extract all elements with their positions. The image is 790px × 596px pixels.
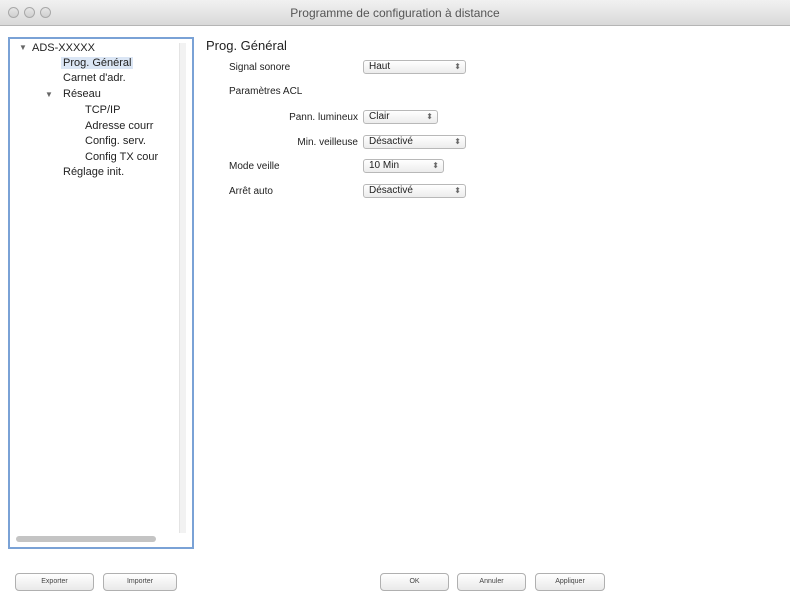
acl-section-label: Paramètres ACL bbox=[229, 86, 303, 97]
importer-button[interactable]: Importer bbox=[103, 573, 177, 591]
sidebar-item-label: Réseau bbox=[63, 88, 101, 100]
stepper-arrows-icon: ⬍ bbox=[426, 112, 433, 121]
min-veilleuse-value: Désactivé bbox=[369, 136, 413, 147]
signal-sonore-label: Signal sonore bbox=[229, 62, 291, 73]
sidebar-item-label: Prog. Général bbox=[61, 57, 134, 69]
pann-lumineux-value: Clair bbox=[369, 111, 390, 122]
signal-sonore-select[interactable]: Haut ⬍ bbox=[363, 60, 466, 74]
sidebar-item-label: Config. serv. bbox=[85, 135, 146, 147]
vertical-scrollbar[interactable] bbox=[179, 43, 186, 533]
mode-veille-select[interactable]: 10 Min ⬍ bbox=[363, 159, 444, 173]
sidebar-item-label: Adresse courr bbox=[85, 120, 154, 132]
sidebar-item-reglage-init[interactable]: Réglage init. bbox=[63, 166, 124, 178]
stepper-arrows-icon: ⬍ bbox=[454, 62, 461, 71]
tree-root-label: ADS-XXXXX bbox=[32, 42, 95, 54]
sidebar-item-label: TCP/IP bbox=[85, 104, 121, 116]
page-title: Prog. Général bbox=[206, 38, 287, 53]
mode-veille-label: Mode veille bbox=[229, 161, 280, 172]
window-title: Programme de configuration à distance bbox=[290, 6, 500, 20]
mode-veille-value: 10 Min bbox=[369, 160, 400, 171]
sidebar-item-label: Config TX cour bbox=[85, 151, 159, 163]
sidebar-item-reseau[interactable]: Réseau bbox=[63, 88, 101, 100]
sidebar-tree[interactable]: ▼ ADS-XXXXX Prog. Général Carnet d'adr. … bbox=[8, 37, 194, 549]
sidebar-item-tcp-ip[interactable]: TCP/IP bbox=[85, 104, 120, 116]
sidebar-item-label: Carnet d'adr. bbox=[63, 72, 126, 84]
sidebar-item-label: Réglage init. bbox=[63, 166, 125, 178]
tree-root-device[interactable]: ADS-XXXXX bbox=[32, 42, 95, 54]
disclosure-triangle-icon[interactable]: ▼ bbox=[45, 90, 53, 99]
stepper-arrows-icon: ⬍ bbox=[454, 186, 461, 195]
stepper-arrows-icon: ⬍ bbox=[432, 161, 439, 170]
sidebar-item-carnet-adr[interactable]: Carnet d'adr. bbox=[63, 72, 126, 84]
sidebar-item-prog-general[interactable]: Prog. Général bbox=[61, 57, 134, 69]
sidebar-item-adresse-courr[interactable]: Adresse courr bbox=[85, 120, 153, 132]
signal-sonore-value: Haut bbox=[369, 61, 391, 72]
pann-lumineux-label: Pann. lumineux bbox=[289, 112, 358, 123]
arret-auto-label: Arrêt auto bbox=[229, 186, 273, 197]
horizontal-scrollbar[interactable] bbox=[16, 536, 156, 542]
sidebar-item-config-tx-cour[interactable]: Config TX cour bbox=[85, 151, 158, 163]
stepper-arrows-icon: ⬍ bbox=[454, 137, 461, 146]
annuler-button[interactable]: Annuler bbox=[457, 573, 526, 591]
pann-lumineux-select[interactable]: Clair ⬍ bbox=[363, 110, 438, 124]
title-bar: Programme de configuration à distance bbox=[0, 0, 790, 26]
min-veilleuse-select[interactable]: Désactivé ⬍ bbox=[363, 135, 466, 149]
disclosure-triangle-icon[interactable]: ▼ bbox=[19, 43, 27, 52]
arret-auto-select[interactable]: Désactivé ⬍ bbox=[363, 184, 466, 198]
min-veilleuse-label: Min. veilleuse bbox=[297, 137, 358, 148]
exporter-button[interactable]: Exporter bbox=[15, 573, 94, 591]
arret-auto-value: Désactivé bbox=[369, 185, 413, 196]
appliquer-button[interactable]: Appliquer bbox=[535, 573, 605, 591]
ok-button[interactable]: OK bbox=[380, 573, 449, 591]
sidebar-item-config-serv[interactable]: Config. serv. bbox=[85, 135, 146, 147]
